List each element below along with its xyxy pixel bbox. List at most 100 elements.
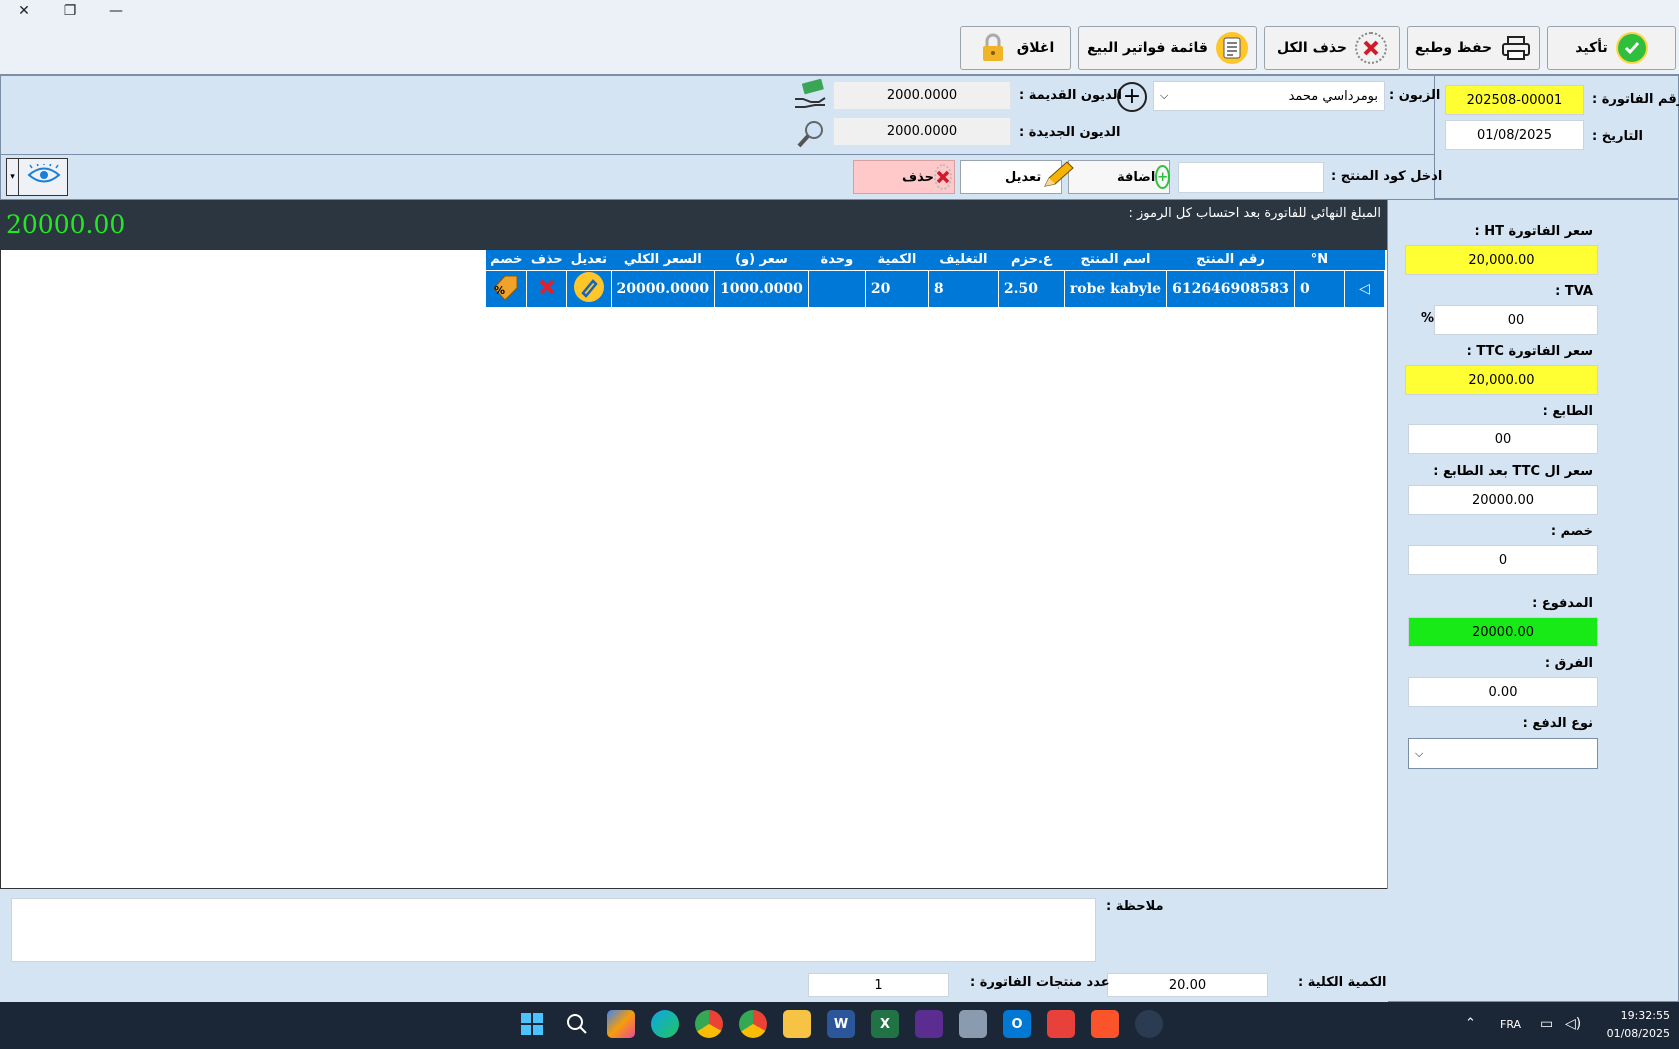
row-selector-icon[interactable]: ◁ (1344, 269, 1385, 308)
confirm-button[interactable]: تأكيد (1547, 26, 1676, 70)
clock-date[interactable]: 01/08/2025 (1600, 1027, 1670, 1040)
product-entry-panel: ادخل كود المنتج : اضافة + تعديل حذف ▾ (0, 154, 1442, 200)
edit-product-button[interactable]: تعديل (960, 160, 1074, 194)
note-textarea[interactable] (11, 898, 1096, 962)
tools-icon[interactable] (959, 1010, 987, 1038)
file-explorer-icon[interactable] (783, 1010, 811, 1038)
note-label: ملاحظة : (1106, 899, 1164, 914)
word-icon[interactable]: W (827, 1010, 855, 1038)
tva-percent-sign: % (1421, 311, 1435, 326)
network-icon[interactable]: ▭ (1540, 1016, 1553, 1032)
column-header: سعر (و) (714, 250, 809, 270)
outlook-icon[interactable]: O (1003, 1010, 1031, 1038)
invoice-items-grid[interactable]: N° رقم المنتج اسم المنتج ع.حزم التغليف ا… (0, 249, 1388, 889)
column-header: الكمية (865, 250, 929, 270)
volume-icon[interactable]: ◁) (1565, 1016, 1581, 1032)
add-product-button[interactable]: اضافة + (1068, 160, 1171, 194)
visual-studio-icon[interactable] (915, 1010, 943, 1038)
customer-select[interactable]: ⌵ بومرداسي محمد (1153, 81, 1385, 111)
language-indicator[interactable]: FRA (1500, 1018, 1521, 1031)
check-icon (1615, 32, 1648, 64)
brave-icon[interactable] (1091, 1010, 1119, 1038)
difference-label: الفرق : (1544, 656, 1593, 671)
cell-total: 20000.0000 (610, 269, 716, 308)
stamp-label: الطابع : (1542, 404, 1593, 419)
minimize-window-icon[interactable]: — (102, 0, 130, 22)
ttc-after-stamp-label: سعر ال TTC بعد الطابع : (1433, 464, 1593, 479)
ttc-label: سعر الفاتورة TTC : (1466, 344, 1593, 359)
view-toggle-button[interactable]: ▾ (6, 158, 68, 196)
cell-unit (807, 269, 866, 308)
search-icon[interactable] (796, 119, 826, 149)
column-header: السعر الكلي (611, 250, 715, 270)
invoice-list-icon (1215, 32, 1248, 64)
customer-label: الزبون : (1389, 88, 1441, 103)
cell-packs: 2.50 (997, 269, 1065, 308)
items-table: N° رقم المنتج اسم المنتج ع.حزم التغليف ا… (485, 250, 1385, 308)
table-row[interactable]: ◁ 0 612646908583 robe kabyle 2.50 8 20 1… (485, 269, 1385, 308)
old-debts-field: 2000.0000 (833, 81, 1011, 110)
old-debts-label: الديون القديمة : (1019, 88, 1122, 103)
restore-window-icon[interactable]: ❐ (56, 0, 84, 22)
row-delete-icon[interactable] (526, 269, 568, 308)
windows-taskbar: W X O ⌃ FRA ▭ ◁) 19:32:55 01/08/2025 (0, 1002, 1679, 1049)
chrome-icon[interactable] (739, 1010, 767, 1038)
discount-field[interactable]: 0 (1408, 545, 1598, 575)
column-header: N° (1294, 250, 1345, 270)
new-debts-field: 2000.0000 (833, 117, 1011, 146)
app-icon[interactable] (1135, 1010, 1163, 1038)
cell-unit-price: 1000.0000 (714, 269, 809, 308)
delete-x-icon (933, 164, 952, 190)
edge-icon[interactable] (651, 1010, 679, 1038)
close-button[interactable]: اغلاق (960, 26, 1071, 70)
delete-all-button[interactable]: حذف الكل (1264, 26, 1400, 70)
pencil-icon (1041, 160, 1075, 194)
row-edit-icon[interactable] (566, 269, 612, 308)
start-icon[interactable] (518, 1010, 546, 1038)
search-icon[interactable] (563, 1010, 591, 1038)
ht-label: سعر الفاتورة HT : (1474, 224, 1593, 239)
invoice-number-field[interactable]: 202508-00001 (1445, 85, 1584, 115)
footer-panel: ملاحظة : الكمية الكلية : 20.00 عدد منتجا… (0, 889, 1388, 1002)
column-header: تعديل (566, 250, 612, 270)
column-header: حذف (526, 250, 567, 270)
close-window-icon[interactable]: ✕ (10, 0, 38, 22)
column-header: اسم المنتج (1064, 250, 1167, 270)
cell-n: 0 (1294, 269, 1345, 308)
save-print-button[interactable]: حفظ وطبع (1407, 26, 1540, 70)
invoice-number-label: رقم الفاتورة : (1592, 92, 1679, 107)
date-field[interactable]: 01/08/2025 (1445, 120, 1584, 150)
cell-qty: 20 (864, 269, 929, 308)
final-total-amount: 20000.00 (6, 210, 126, 239)
excel-icon[interactable]: X (871, 1010, 899, 1038)
delete-product-button[interactable]: حذف (853, 160, 955, 194)
items-count-label: عدد منتجات الفاتورة : (970, 975, 1110, 990)
copilot-icon[interactable] (607, 1010, 635, 1038)
clock-time[interactable]: 19:32:55 (1610, 1009, 1670, 1022)
row-discount-icon[interactable]: % (485, 269, 528, 308)
lock-icon (977, 32, 1009, 64)
payment-type-label: نوع الدفع : (1522, 716, 1593, 731)
stamp-field[interactable]: 00 (1408, 424, 1598, 454)
anydesk-icon[interactable] (1047, 1010, 1075, 1038)
paid-label: المدفوع : (1532, 596, 1593, 611)
invoice-info-panel: رقم الفاتورة : 202508-00001 التاريخ : 01… (1434, 75, 1679, 199)
chevron-down-icon: ⌵ (1415, 746, 1424, 760)
add-circle-icon: + (1155, 165, 1171, 189)
items-count-field: 1 (808, 973, 949, 997)
eye-icon (27, 162, 61, 190)
column-header: رقم المنتج (1166, 250, 1295, 270)
sales-invoices-list-button[interactable]: قائمة فواتير البيع (1078, 26, 1257, 70)
payment-type-select[interactable]: ⌵ (1408, 738, 1598, 769)
window-title-bar: ✕ ❐ — (0, 0, 1679, 22)
cell-code: 612646908583 (1166, 269, 1295, 308)
total-qty-field: 20.00 (1107, 973, 1268, 997)
final-total-label: المبلغ النهائي للفاتورة بعد احتساب كل ال… (1128, 206, 1381, 221)
tva-field[interactable]: 00 (1434, 305, 1598, 335)
chevron-up-icon[interactable]: ⌃ (1465, 1016, 1476, 1031)
chrome-icon[interactable] (695, 1010, 723, 1038)
product-code-input[interactable] (1178, 162, 1324, 193)
svg-text:%: % (494, 284, 505, 297)
new-debts-label: الديون الجديدة : (1019, 125, 1121, 140)
paid-field[interactable]: 20000.00 (1408, 617, 1598, 647)
